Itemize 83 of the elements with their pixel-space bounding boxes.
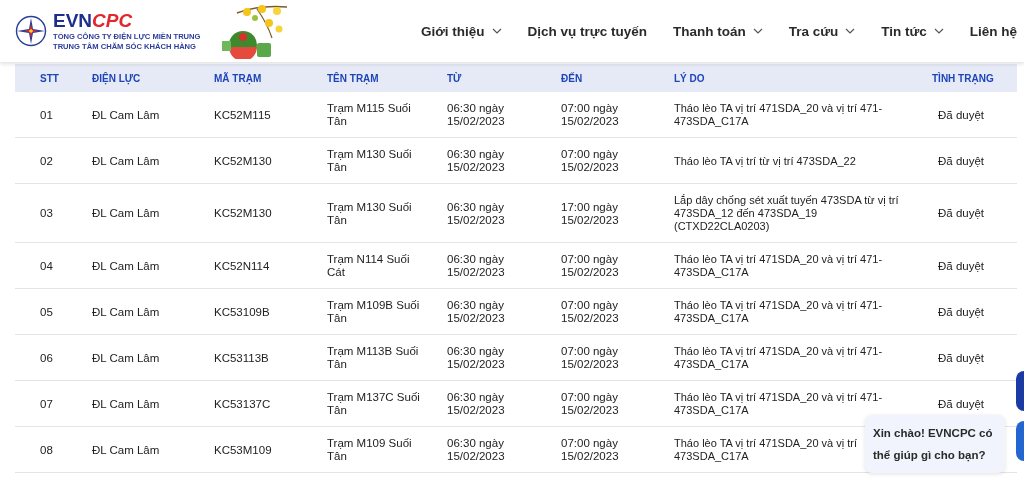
table-cell-text: Tháo lèo TA vị trí 471SDA_20 và vị trí 471-473SDA_C17A <box>674 345 884 371</box>
table-cell-text: KC53137C <box>214 397 272 411</box>
chat-button[interactable] <box>1016 371 1024 411</box>
nav-menu-item[interactable]: Liên hệ <box>969 23 1017 39</box>
column-header: TÊN TRẠM <box>327 72 380 84</box>
table-cell-text: Trạm M130 Suối Tân <box>327 148 413 174</box>
table-cell-text: Đã duyệt <box>937 207 985 220</box>
table-cell-text: 06 <box>40 351 54 365</box>
table-cell-text: ĐL Cam Lâm <box>92 397 161 411</box>
table-cell-text: Trạm M130 Suối Tân <box>327 200 413 227</box>
table-cell-text: Tháo lèo TA vị trí 471SDA_20 và vị trí 471-473SDA_C17A <box>674 102 884 128</box>
table-cell-text: 02 <box>40 154 54 168</box>
table-cell-text: KC53109B <box>214 305 271 319</box>
table-cell-text: 07:00 ngày 15/02/2023 <box>561 102 620 128</box>
column-header: TỪ <box>447 72 463 84</box>
chat-greeting: Xin chào! EVNCPC có thể giúp gì cho bạn? <box>865 415 1005 473</box>
table-cell-text: ĐL Cam Lâm <box>92 305 161 319</box>
column-header: MÃ TRẠM <box>214 72 263 84</box>
table-cell-text: Trạm M109B Suối Tân <box>327 299 421 325</box>
chat-button[interactable] <box>1016 421 1024 461</box>
nav-menu-item[interactable]: Tra cứu <box>788 23 856 39</box>
table-cell-text: 06:30 ngày 15/02/2023 <box>447 391 506 417</box>
table-cell-text: 08 <box>40 443 54 457</box>
table-cell-text: Trạm M137C Suối Tân <box>327 391 421 417</box>
table-cell-text: 04 <box>40 259 54 273</box>
brand-name-accent: CPC <box>92 10 133 32</box>
nav-menu-item[interactable]: Tin tức <box>881 23 944 39</box>
table-cell-text: ĐL Cam Lâm <box>92 154 161 168</box>
table-cell-text: Tháo lèo TA vị trí 471SDA_20 và vị trí 471-473SDA_C17A <box>674 299 884 325</box>
table-cell-text: ĐL Cam Lâm <box>92 351 161 365</box>
table-cell-text: 07:00 ngày 15/02/2023 <box>561 345 620 371</box>
table-cell-text: 06:30 ngày 15/02/2023 <box>447 437 506 463</box>
table-cell-text: Tháo lèo TA vị trí 471SDA_20 và vị trí 471-473SDA_C17A <box>674 391 884 417</box>
table-cell-text: Tháo lèo TA vị trí 471SDA_20 và vị trí 471-473SDA_C17A <box>674 253 884 279</box>
table-cell-text: Trạm M113B Suối Tân <box>327 345 420 371</box>
table-cell-text: KC52M115 <box>214 108 272 122</box>
table-cell-text: Tháo lèo TA vị trí từ vị trí 473SDA_22 <box>674 154 857 168</box>
table-cell-text: 03 <box>40 207 54 220</box>
table-cell-text: 06:30 ngày 15/02/2023 <box>447 345 506 371</box>
table-cell-text: 05 <box>40 305 54 319</box>
table-cell-text: 473SDA_C17A <box>674 450 749 463</box>
table-cell-text: Đã duyệt <box>937 351 985 365</box>
table-cell-text: KC52N114 <box>214 259 271 273</box>
table-cell-text: KC52M130 <box>214 154 273 168</box>
table-cell-text: 06:30 ngày 15/02/2023 <box>447 253 506 279</box>
table-cell-text: 07:00 ngày 15/02/2023 <box>561 148 620 174</box>
table-cell-text: Đã duyệt <box>937 108 985 122</box>
nav-menu-item[interactable]: Dịch vụ trực tuyến <box>527 23 647 39</box>
table-cell-text: Đã duyệt <box>937 154 985 168</box>
table-cell-text: ĐL Cam Lâm <box>92 108 161 122</box>
table-cell-text: Đã duyệt <box>937 397 985 411</box>
table-cell-text: 06:30 ngày 15/02/2023 <box>447 299 506 325</box>
table-cell-text: KC53M109 <box>214 443 273 457</box>
column-header: ĐẾN <box>561 72 584 84</box>
table-cell-text: Trạm M115 Suối Tân <box>327 102 412 128</box>
table-cell-text: Trạm N114 Suối Cát <box>327 253 411 279</box>
table-cell-text: 07:00 ngày 15/02/2023 <box>561 253 620 279</box>
table-cell-text: 01 <box>40 108 54 122</box>
table-cell-text: 07:00 ngày 15/02/2023 <box>561 437 620 463</box>
column-header: STT <box>40 72 60 84</box>
table-cell-text: Đã duyệt <box>937 305 985 319</box>
table-cell-text: 17:00 ngày 15/02/2023 <box>561 200 620 227</box>
table-cell-text: ĐL Cam Lâm <box>92 443 161 457</box>
table-cell-text: 06:30 ngày 15/02/2023 <box>447 102 506 128</box>
table-cell-text: Đã duyệt <box>937 259 985 273</box>
table-cell-text: KC53113B <box>214 351 270 365</box>
table-cell-text: 06:30 ngày 15/02/2023 <box>447 200 506 227</box>
brand-name: EVN <box>53 10 93 32</box>
table-cell-text: Trạm M109 Suối Tân <box>327 437 413 463</box>
table-cell-text: 07 <box>40 397 54 411</box>
nav-menu-item[interactable]: Giới thiệu <box>421 23 502 39</box>
table-cell-text: 06:30 ngày 15/02/2023 <box>447 148 506 174</box>
column-header: ĐIỆN LỰC <box>92 72 142 84</box>
table-cell-text: 07:00 ngày 15/02/2023 <box>561 391 620 417</box>
logo-icon <box>15 15 47 47</box>
column-header: LÝ DO <box>674 72 706 84</box>
table-cell: Lắp dây chống sét xuất tuyến 473SDA từ vị trí 473SDA_12 đến 473SDA_19 (CTXD22CLA0203) <box>674 194 899 233</box>
table-cell-text: KC52M130 <box>214 207 273 220</box>
table-cell-text: ĐL Cam Lâm <box>92 207 161 220</box>
table-cell-text: ĐL Cam Lâm <box>92 259 161 273</box>
table-cell-text: Tháo lèo TA vị trí 471SDA_20 và vị trí <box>674 437 857 450</box>
nav-menu-item[interactable]: Thanh toán <box>672 23 763 39</box>
table-cell-text: 07:00 ngày 15/02/2023 <box>561 299 620 325</box>
